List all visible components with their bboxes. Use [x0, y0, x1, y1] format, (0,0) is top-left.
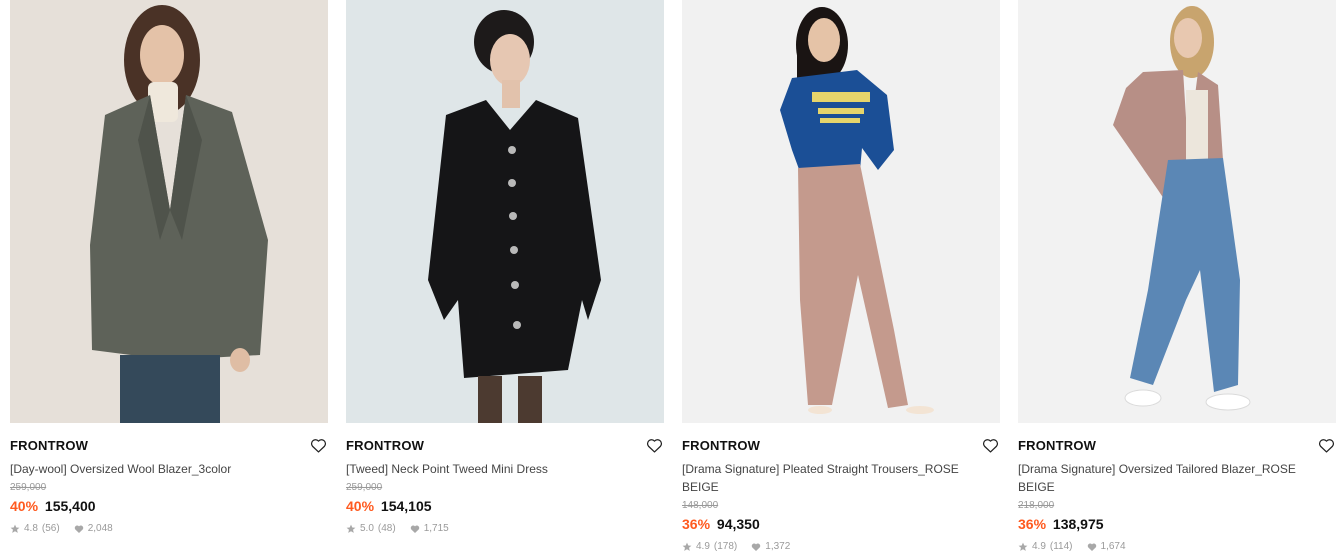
product-title[interactable]: [Day-wool] Oversized Wool Blazer_3color [10, 460, 310, 478]
heart-outline-icon[interactable] [981, 437, 999, 453]
discount-rate: 40% [10, 498, 39, 514]
like-count: 1,372 [765, 541, 791, 552]
original-price: 259,000 [10, 482, 47, 493]
like-count: 1,674 [1100, 541, 1126, 552]
heart-filled-icon [74, 525, 83, 533]
original-price: 259,000 [346, 482, 383, 493]
product-stats: 5.0 (48) 1,715 [346, 523, 664, 535]
rating-value: 4.9 [1032, 541, 1046, 552]
star-icon [682, 542, 692, 551]
sale-price: 155,400 [44, 498, 96, 514]
review-count: (114) [1049, 541, 1073, 552]
rating-value: 4.9 [696, 541, 710, 552]
product-image [10, 0, 328, 423]
original-price: 148,000 [682, 500, 719, 511]
product-title[interactable]: [Drama Signature] Pleated Straight Trous… [682, 460, 982, 496]
product-stats: 4.8 (56) 2,048 [10, 523, 328, 535]
sale-price: 138,975 [1052, 516, 1104, 532]
like-count: 1,715 [423, 523, 449, 534]
sale-price-row: 36% 94,350 [682, 515, 1000, 533]
product-image [346, 0, 664, 423]
sale-price: 154,105 [380, 498, 432, 514]
discount-rate: 36% [682, 516, 711, 532]
brand-name[interactable]: FRONTROW [10, 438, 88, 453]
brand-name[interactable]: FRONTROW [1018, 438, 1096, 453]
brand-name[interactable]: FRONTROW [346, 438, 424, 453]
like-count: 2,048 [87, 523, 113, 534]
product-card[interactable]: FRONTROW [Day-wool] Oversized Wool Blaze… [10, 0, 328, 535]
product-title[interactable]: [Drama Signature] Oversized Tailored Bla… [1018, 460, 1318, 496]
discount-rate: 36% [1018, 516, 1047, 532]
review-count: (178) [713, 541, 738, 552]
product-stats: 4.9 (114) 1,674 [1018, 541, 1336, 553]
sale-price: 94,350 [716, 516, 760, 532]
review-count: (56) [41, 523, 60, 534]
heart-filled-icon [410, 525, 419, 533]
product-title[interactable]: [Tweed] Neck Point Tweed Mini Dress [346, 460, 646, 478]
discount-rate: 40% [346, 498, 375, 514]
product-card[interactable]: FRONTROW [Drama Signature] Pleated Strai… [682, 0, 1000, 553]
rating-value: 4.8 [24, 523, 38, 534]
product-image-link[interactable] [682, 0, 1000, 423]
sale-price-row: 36% 138,975 [1018, 515, 1336, 533]
star-icon [346, 524, 356, 533]
product-card[interactable]: FRONTROW [Tweed] Neck Point Tweed Mini D… [346, 0, 664, 535]
product-image-link[interactable] [10, 0, 328, 423]
rating-value: 5.0 [360, 523, 374, 534]
product-image-link[interactable] [346, 0, 664, 423]
sale-price-row: 40% 155,400 [10, 497, 328, 515]
product-stats: 4.9 (178) 1,372 [682, 541, 1000, 553]
heart-filled-icon [752, 543, 761, 551]
product-image [1018, 0, 1336, 423]
product-image [682, 0, 1000, 423]
star-icon [10, 524, 20, 533]
review-count: (48) [377, 523, 396, 534]
sale-price-row: 40% 154,105 [346, 497, 664, 515]
heart-outline-icon[interactable] [1317, 437, 1335, 453]
product-card[interactable]: FRONTROW [Drama Signature] Oversized Tai… [1018, 0, 1336, 553]
heart-outline-icon[interactable] [645, 437, 663, 453]
heart-outline-icon[interactable] [309, 437, 327, 453]
product-grid: FRONTROW [Day-wool] Oversized Wool Blaze… [0, 0, 1342, 556]
brand-name[interactable]: FRONTROW [682, 438, 760, 453]
original-price: 218,000 [1018, 500, 1055, 511]
star-icon [1018, 542, 1028, 551]
heart-filled-icon [1087, 543, 1096, 551]
product-image-link[interactable] [1018, 0, 1336, 423]
